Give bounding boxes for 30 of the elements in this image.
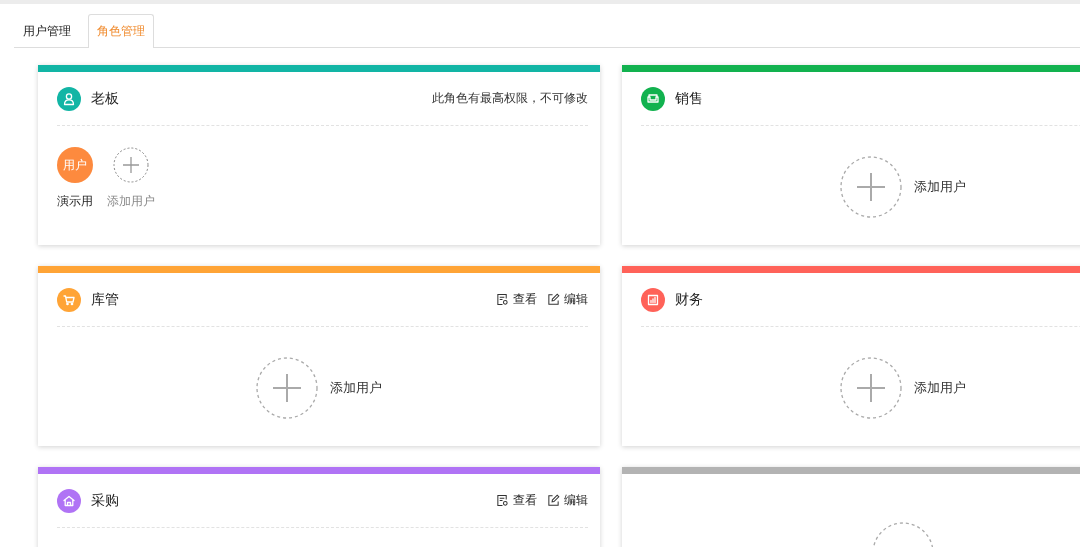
tab[interactable]: 用户管理 bbox=[14, 14, 80, 48]
chart-icon bbox=[641, 287, 665, 312]
pencil-icon bbox=[547, 293, 560, 306]
sofa-icon bbox=[641, 86, 665, 111]
add-user-button[interactable]: 添加用户 bbox=[107, 147, 155, 210]
document-icon bbox=[496, 293, 509, 306]
edit-button[interactable]: 编辑 bbox=[547, 492, 588, 509]
user-name: 演示用 bbox=[57, 193, 93, 210]
role-name: 销售 bbox=[675, 89, 703, 108]
view-button[interactable]: 查看 bbox=[496, 492, 537, 509]
role-name: 财务 bbox=[675, 290, 703, 309]
add-user-button[interactable]: 添加用户 bbox=[840, 357, 966, 419]
pencil-icon bbox=[547, 494, 560, 507]
user-avatar: 用户 bbox=[57, 147, 93, 183]
role-name: 库管 bbox=[91, 290, 119, 309]
role-name: 老板 bbox=[91, 89, 119, 108]
role-name: 采购 bbox=[91, 491, 119, 510]
add-icon bbox=[256, 357, 318, 419]
add-icon bbox=[113, 147, 149, 183]
add-user-button[interactable]: 添加用户 bbox=[256, 357, 382, 419]
edit-button[interactable]: 编辑 bbox=[547, 291, 588, 308]
person-icon bbox=[57, 86, 81, 111]
document-icon bbox=[496, 494, 509, 507]
role-note: 此角色有最高权限，不可修改 bbox=[432, 90, 588, 107]
add-icon bbox=[840, 156, 902, 218]
add-user-button[interactable]: 添加用户 bbox=[840, 156, 966, 218]
view-button[interactable]: 查看 bbox=[496, 291, 537, 308]
house-icon bbox=[57, 488, 81, 513]
add-icon bbox=[840, 357, 902, 419]
cart-icon bbox=[57, 287, 81, 312]
